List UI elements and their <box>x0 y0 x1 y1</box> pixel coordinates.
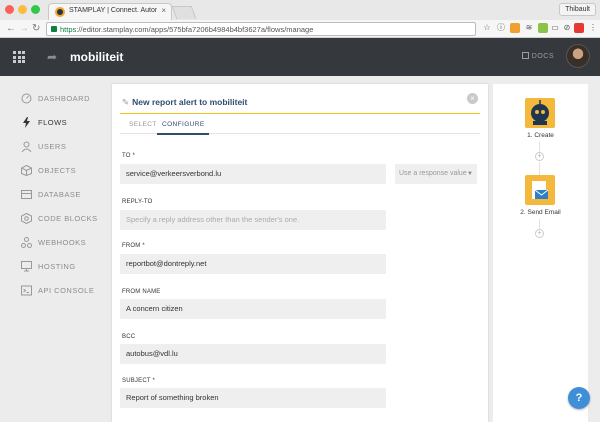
flow-step-create[interactable] <box>525 98 555 128</box>
close-window-button[interactable] <box>5 5 14 14</box>
caret-down-icon: ▼ <box>467 171 473 177</box>
extension-icon[interactable] <box>538 23 548 33</box>
terminal-icon <box>20 284 32 296</box>
new-tab-button[interactable] <box>171 6 197 19</box>
sidebar-item-hosting[interactable]: HOSTING <box>20 258 112 274</box>
back-arrow-icon[interactable]: ← <box>6 22 16 36</box>
avatar[interactable] <box>566 44 590 68</box>
help-button[interactable]: ? <box>568 387 590 409</box>
bcc-field[interactable]: autobus@vdl.lu <box>120 344 386 364</box>
to-label: TO * <box>122 153 136 159</box>
flow-step-label: 1. Create <box>527 132 554 139</box>
monitor-icon <box>20 260 32 272</box>
layers-icon[interactable]: ≋ <box>524 23 534 33</box>
from-name-label: FROM NAME <box>122 289 161 295</box>
cube-icon <box>20 164 32 176</box>
browser-titlebar: STAMPLAY | Connect. Autom × Thibault <box>0 0 600 20</box>
from-name-field[interactable]: A concern citizen <box>120 299 386 319</box>
pocket-icon[interactable]: ▭ <box>550 23 560 33</box>
response-value-select[interactable]: Use a response value ▼ <box>395 164 477 184</box>
tab-title: STAMPLAY | Connect. Autom <box>69 7 157 14</box>
extension-icon[interactable] <box>574 23 584 33</box>
maximize-window-button[interactable] <box>31 5 40 14</box>
sidebar-item-flows[interactable]: FLOWS <box>20 114 112 130</box>
reload-icon[interactable]: ↻ <box>32 22 40 36</box>
flow-panel: 1. Create + 2. Send Email + <box>493 84 588 422</box>
app-header: ➦ mobiliteit DOCS <box>0 38 600 76</box>
menu-icon[interactable]: ⋮ <box>588 23 598 33</box>
extension-icon[interactable] <box>510 23 520 33</box>
modal-tabs: SELECT CONFIGURE <box>120 114 480 135</box>
reply-to-label: REPLY-TO <box>122 199 153 205</box>
report-alert-modal: ✎ New report alert to mobiliteit × SELECT… <box>112 84 488 422</box>
modal-title: ✎ New report alert to mobiliteit <box>122 97 248 107</box>
active-tab-indicator <box>157 133 209 135</box>
webhooks-icon <box>20 236 32 248</box>
address-bar[interactable]: https://editor.stamplay.com/apps/575bfa7… <box>46 22 476 36</box>
sidebar-item-api-console[interactable]: API CONSOLE <box>20 282 112 298</box>
lock-icon <box>51 26 57 32</box>
sidebar-item-webhooks[interactable]: WEBHOOKS <box>20 234 112 250</box>
sidebar-item-code-blocks[interactable]: CODE BLOCKS <box>20 210 112 226</box>
blocked-icon[interactable]: ⊘ <box>562 23 572 33</box>
user-icon <box>20 140 32 152</box>
code-blocks-icon <box>20 212 32 224</box>
bolt-icon <box>20 116 32 128</box>
share-arrow-icon[interactable]: ➦ <box>47 50 57 64</box>
pencil-icon[interactable]: ✎ <box>122 97 129 107</box>
docs-link[interactable]: DOCS <box>521 52 554 60</box>
flow-step-send-email[interactable] <box>525 175 555 205</box>
from-label: FROM * <box>122 243 145 249</box>
sidebar-item-users[interactable]: USERS <box>20 138 112 154</box>
apps-grid-icon[interactable] <box>13 51 25 63</box>
info-icon[interactable]: ⓘ <box>496 23 506 33</box>
browser-user-badge[interactable]: Thibault <box>559 3 596 16</box>
tab-select[interactable]: SELECT <box>129 121 157 128</box>
sidebar-item-dashboard[interactable]: DASHBOARD <box>20 90 112 106</box>
reply-to-field[interactable]: Specify a reply address other than the s… <box>120 210 386 230</box>
dashboard-icon <box>20 92 32 104</box>
flow-connector <box>539 219 540 229</box>
add-step-icon[interactable]: + <box>535 152 544 161</box>
flow-step-label: 2. Send Email <box>520 209 561 216</box>
sidebar: DASHBOARD FLOWS USERS OBJECTS DATABASE C… <box>0 76 112 422</box>
robot-icon <box>531 100 549 125</box>
browser-toolbar: ← → ↻ https://editor.stamplay.com/apps/5… <box>0 20 600 38</box>
star-icon[interactable]: ☆ <box>482 23 492 33</box>
database-icon <box>20 188 32 200</box>
flow-connector <box>539 162 540 176</box>
email-icon <box>532 181 549 199</box>
sidebar-item-objects[interactable]: OBJECTS <box>20 162 112 178</box>
stamplay-favicon-icon <box>55 7 65 17</box>
browser-tab[interactable]: STAMPLAY | Connect. Autom × <box>48 3 172 20</box>
tab-close-icon[interactable]: × <box>161 6 166 15</box>
from-field[interactable]: reportbot@dontreply.net <box>120 254 386 274</box>
docs-icon <box>521 52 529 59</box>
add-step-icon[interactable]: + <box>535 229 544 238</box>
close-icon[interactable]: × <box>467 93 478 104</box>
to-field[interactable]: service@verkeersverbond.lu <box>120 164 386 184</box>
app-title: mobiliteit <box>70 50 124 64</box>
forward-arrow-icon[interactable]: → <box>19 22 29 36</box>
sidebar-item-database[interactable]: DATABASE <box>20 186 112 202</box>
subject-field[interactable]: Report of something broken <box>120 388 386 408</box>
tab-configure[interactable]: CONFIGURE <box>162 121 205 128</box>
bcc-label: BCC <box>122 334 136 340</box>
url-text: https://editor.stamplay.com/apps/575bfa7… <box>60 25 314 34</box>
minimize-window-button[interactable] <box>18 5 27 14</box>
subject-label: SUBJECT * <box>122 378 156 384</box>
